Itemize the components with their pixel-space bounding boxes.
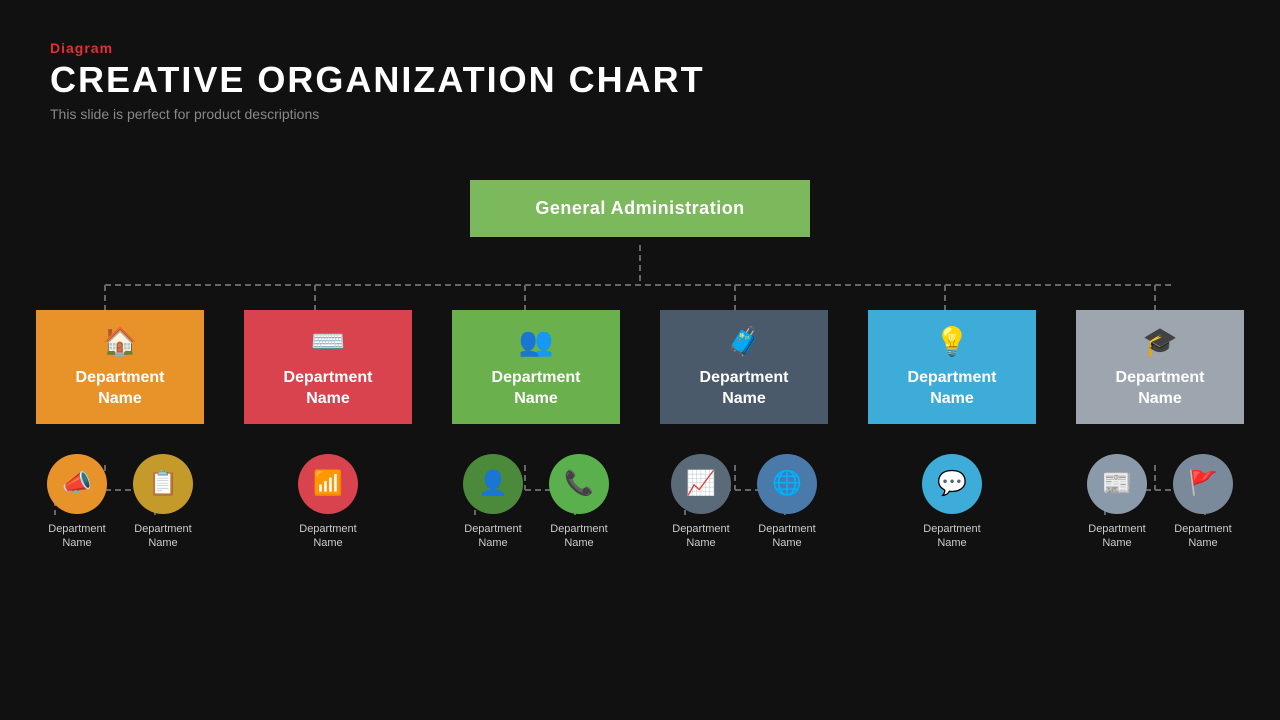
sub-item-4-1: 📈 DepartmentName [665, 454, 737, 551]
dept-column-1: 🏠 DepartmentName 📣 DepartmentName 📋 Depa… [30, 310, 210, 551]
dept-box-1[interactable]: 🏠 DepartmentName [36, 310, 204, 424]
lightbulb-icon: 💡 [878, 324, 1026, 360]
subtitle: This slide is perfect for product descri… [50, 106, 705, 122]
department-row: 🏠 DepartmentName 📣 DepartmentName 📋 Depa… [30, 310, 1250, 551]
keyboard-icon: ⌨️ [254, 324, 402, 360]
chart-icon[interactable]: 📈 [671, 454, 731, 514]
org-chart: General Administration 🏠 DepartmentName … [0, 170, 1280, 720]
sub-item-1-2: 📋 DepartmentName [127, 454, 199, 551]
dept-box-6[interactable]: 🎓 DepartmentName [1076, 310, 1244, 424]
diagram-label: Diagram [50, 40, 705, 56]
dept-column-4: 🧳 DepartmentName 📈 DepartmentName 🌐 Depa… [654, 310, 834, 551]
main-title: CREATIVE ORGANIZATION CHART [50, 60, 705, 100]
luggage-icon: 🧳 [670, 324, 818, 360]
dept-box-3[interactable]: 👥 DepartmentName [452, 310, 620, 424]
sub-items-1: 📣 DepartmentName 📋 DepartmentName [41, 454, 199, 551]
phone-icon[interactable]: 📞 [549, 454, 609, 514]
dept-box-4[interactable]: 🧳 DepartmentName [660, 310, 828, 424]
dept-box-5[interactable]: 💡 DepartmentName [868, 310, 1036, 424]
sub-item-4-2: 🌐 DepartmentName [751, 454, 823, 551]
graduation-icon: 🎓 [1086, 324, 1234, 360]
header: Diagram CREATIVE ORGANIZATION CHART This… [50, 40, 705, 122]
globe-icon[interactable]: 🌐 [757, 454, 817, 514]
top-box-container: General Administration [0, 180, 1280, 237]
sub-item-6-2: 🚩 DepartmentName [1167, 454, 1239, 551]
dept-column-2: ⌨️ DepartmentName 📶 DepartmentName [238, 310, 418, 551]
megaphone-icon[interactable]: 📣 [47, 454, 107, 514]
top-box[interactable]: General Administration [470, 180, 810, 237]
house-icon: 🏠 [46, 324, 194, 360]
sub-items-2: 📶 DepartmentName [292, 454, 364, 551]
dept-column-5: 💡 DepartmentName 💬 DepartmentName [862, 310, 1042, 551]
flag-icon[interactable]: 🚩 [1173, 454, 1233, 514]
sub-items-6: 📰 DepartmentName 🚩 DepartmentName [1081, 454, 1239, 551]
person-icon[interactable]: 👤 [463, 454, 523, 514]
chat-icon[interactable]: 💬 [922, 454, 982, 514]
newspaper-icon[interactable]: 📰 [1087, 454, 1147, 514]
people-icon: 👥 [462, 324, 610, 360]
sub-item-6-1: 📰 DepartmentName [1081, 454, 1153, 551]
dept-column-6: 🎓 DepartmentName 📰 DepartmentName 🚩 Depa… [1070, 310, 1250, 551]
clipboard-icon[interactable]: 📋 [133, 454, 193, 514]
sub-items-5: 💬 DepartmentName [916, 454, 988, 551]
sub-item-5-1: 💬 DepartmentName [916, 454, 988, 551]
wifi-icon[interactable]: 📶 [298, 454, 358, 514]
dept-column-3: 👥 DepartmentName 👤 DepartmentName 📞 Depa… [446, 310, 626, 551]
sub-item-1-1: 📣 DepartmentName [41, 454, 113, 551]
sub-items-4: 📈 DepartmentName 🌐 DepartmentName [665, 454, 823, 551]
sub-item-2-1: 📶 DepartmentName [292, 454, 364, 551]
dept-box-2[interactable]: ⌨️ DepartmentName [244, 310, 412, 424]
sub-items-3: 👤 DepartmentName 📞 DepartmentName [457, 454, 615, 551]
sub-item-3-2: 📞 DepartmentName [543, 454, 615, 551]
sub-item-3-1: 👤 DepartmentName [457, 454, 529, 551]
